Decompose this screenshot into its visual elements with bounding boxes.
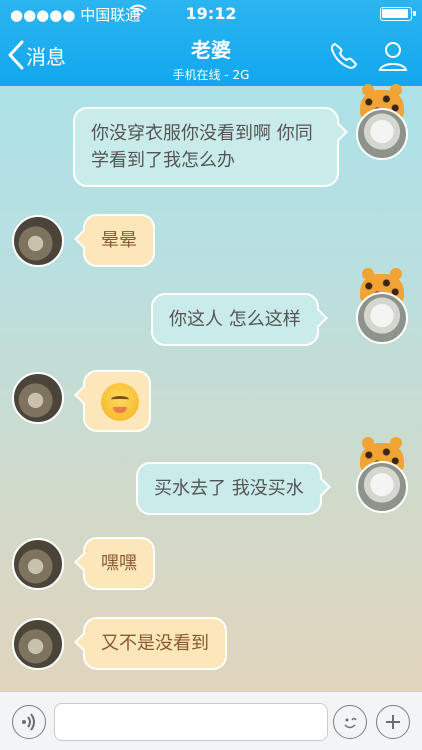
avatar-photo [12,372,64,424]
message-bubble-outgoing[interactable]: 买水去了 我没买水 [136,462,322,515]
clock-time: 19:12 [185,4,237,23]
message-text: 你没穿衣服你没看到啊 你同学看到了我怎么办 [91,123,313,171]
message-text: 晕晕 [101,230,137,251]
voice-button[interactable] [12,705,46,739]
avatar-photo [356,108,408,160]
message-bubble-incoming[interactable]: 嘿嘿 [83,537,155,590]
emoji-icon [344,717,357,729]
my-avatar[interactable] [356,84,408,160]
phone-icon[interactable] [328,40,360,72]
chat-header: 消息 老婆 手机在线 - 2G [0,28,422,86]
avatar-photo [356,461,408,513]
blushing-face-emoji [101,383,139,421]
message-bubble-incoming[interactable]: 又不是没看到 [83,617,227,670]
plus-icon [386,715,400,729]
battery-icon [380,7,416,21]
message-text: 又不是没看到 [101,633,209,654]
chat-thread: 你没穿衣服你没看到啊 你同学看到了我怎么办 晕晕 你这人 怎么这样 买水去了 我… [0,84,422,691]
top-bar: ●●●●● 中国联通 19:12 消息 老婆 手机在线 - 2G [0,0,422,86]
profile-icon[interactable] [376,39,410,73]
message-text: 买水去了 我没买水 [154,478,304,499]
contact-avatar[interactable] [12,372,64,424]
avatar-photo [12,618,64,670]
message-input-bar [0,691,422,750]
contact-avatar[interactable] [12,538,64,590]
avatar-photo [12,538,64,590]
my-avatar[interactable] [356,268,408,344]
contact-avatar[interactable] [12,215,64,267]
avatar-photo [12,215,64,267]
message-bubble-incoming[interactable]: 晕晕 [83,214,155,267]
my-avatar[interactable] [356,437,408,513]
message-bubble-outgoing[interactable]: 你这人 怎么这样 [151,293,319,346]
plus-button[interactable] [376,705,410,739]
message-bubble-outgoing[interactable]: 你没穿衣服你没看到啊 你同学看到了我怎么办 [73,107,339,187]
contact-avatar[interactable] [12,618,64,670]
message-bubble-incoming[interactable] [83,370,151,432]
message-input[interactable] [54,703,328,741]
emoji-button[interactable] [333,705,367,739]
message-text: 你这人 怎么这样 [169,309,301,330]
voice-icon [22,713,35,731]
avatar-photo [356,292,408,344]
status-bar: ●●●●● 中国联通 19:12 [0,0,422,28]
message-text: 嘿嘿 [101,553,137,574]
